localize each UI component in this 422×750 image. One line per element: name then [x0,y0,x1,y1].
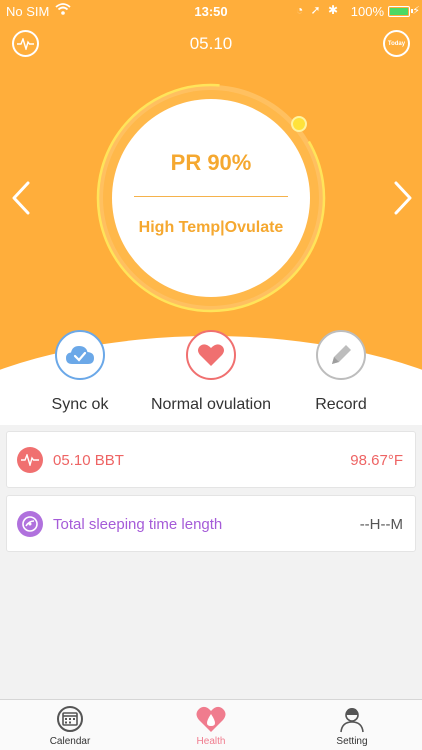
bbt-card[interactable]: 05.10 BBT 98.67°F [6,431,416,488]
ovulation-circle[interactable] [186,330,236,380]
ovulation-button[interactable]: Normal ovulation [146,330,276,414]
battery-icon [388,6,413,17]
chevron-right-icon [394,181,412,215]
tab-bar: Calendar Health Setting [0,699,422,750]
prediction-rate: PR 90% [170,150,252,175]
sleep-title: Total sleeping time length [53,516,223,533]
ovulation-label: Normal ovulation [150,396,272,413]
bbt-value: 98.67°F [350,452,403,469]
record-circle[interactable] [316,330,366,380]
sync-circle[interactable] [55,330,105,380]
health-icon [196,705,226,733]
cloud-check-icon [66,346,94,364]
pencil-icon [332,345,351,364]
calendar-icon [56,705,84,733]
bbt-title: 05.10 BBT [53,452,124,469]
record-label: Record [315,396,367,413]
battery-percent: 100% [350,4,384,19]
chevron-left-icon [12,181,30,215]
previous-day-button[interactable] [8,178,34,218]
status-bar: No SIM 13:50 ◔ ➚ ✱ 100% ⚡ [0,0,422,22]
record-button[interactable]: Record [276,330,406,414]
sleep-card[interactable]: Total sleeping time length --H--M [6,495,416,552]
tab-calendar[interactable]: Calendar [0,700,140,750]
user-profile-icon [338,705,366,733]
temperature-wave-icon [17,447,43,473]
sync-label: Sync ok [51,396,109,413]
tab-setting[interactable]: Setting [282,700,422,750]
ring-divider [134,196,288,197]
nav-date: 05.10 [189,34,233,53]
ring-center [112,99,310,297]
tab-health[interactable]: Health [141,700,281,750]
heart-icon [198,344,224,366]
today-label: Today [387,40,406,47]
cycle-status: High Temp|Ovulate [138,219,284,236]
status-icons: ◔ ➚ ✱ [295,3,340,17]
today-button[interactable]: Today [383,30,410,57]
sleep-icon [17,511,43,537]
sleep-value: --H--M [359,516,403,533]
tab-health-label: Health [196,736,226,747]
tab-setting-label: Setting [336,736,368,747]
next-day-button[interactable] [390,178,416,218]
charging-icon: ⚡ [412,5,420,17]
sync-button[interactable]: Sync ok [15,330,145,414]
tab-calendar-label: Calendar [49,736,91,747]
